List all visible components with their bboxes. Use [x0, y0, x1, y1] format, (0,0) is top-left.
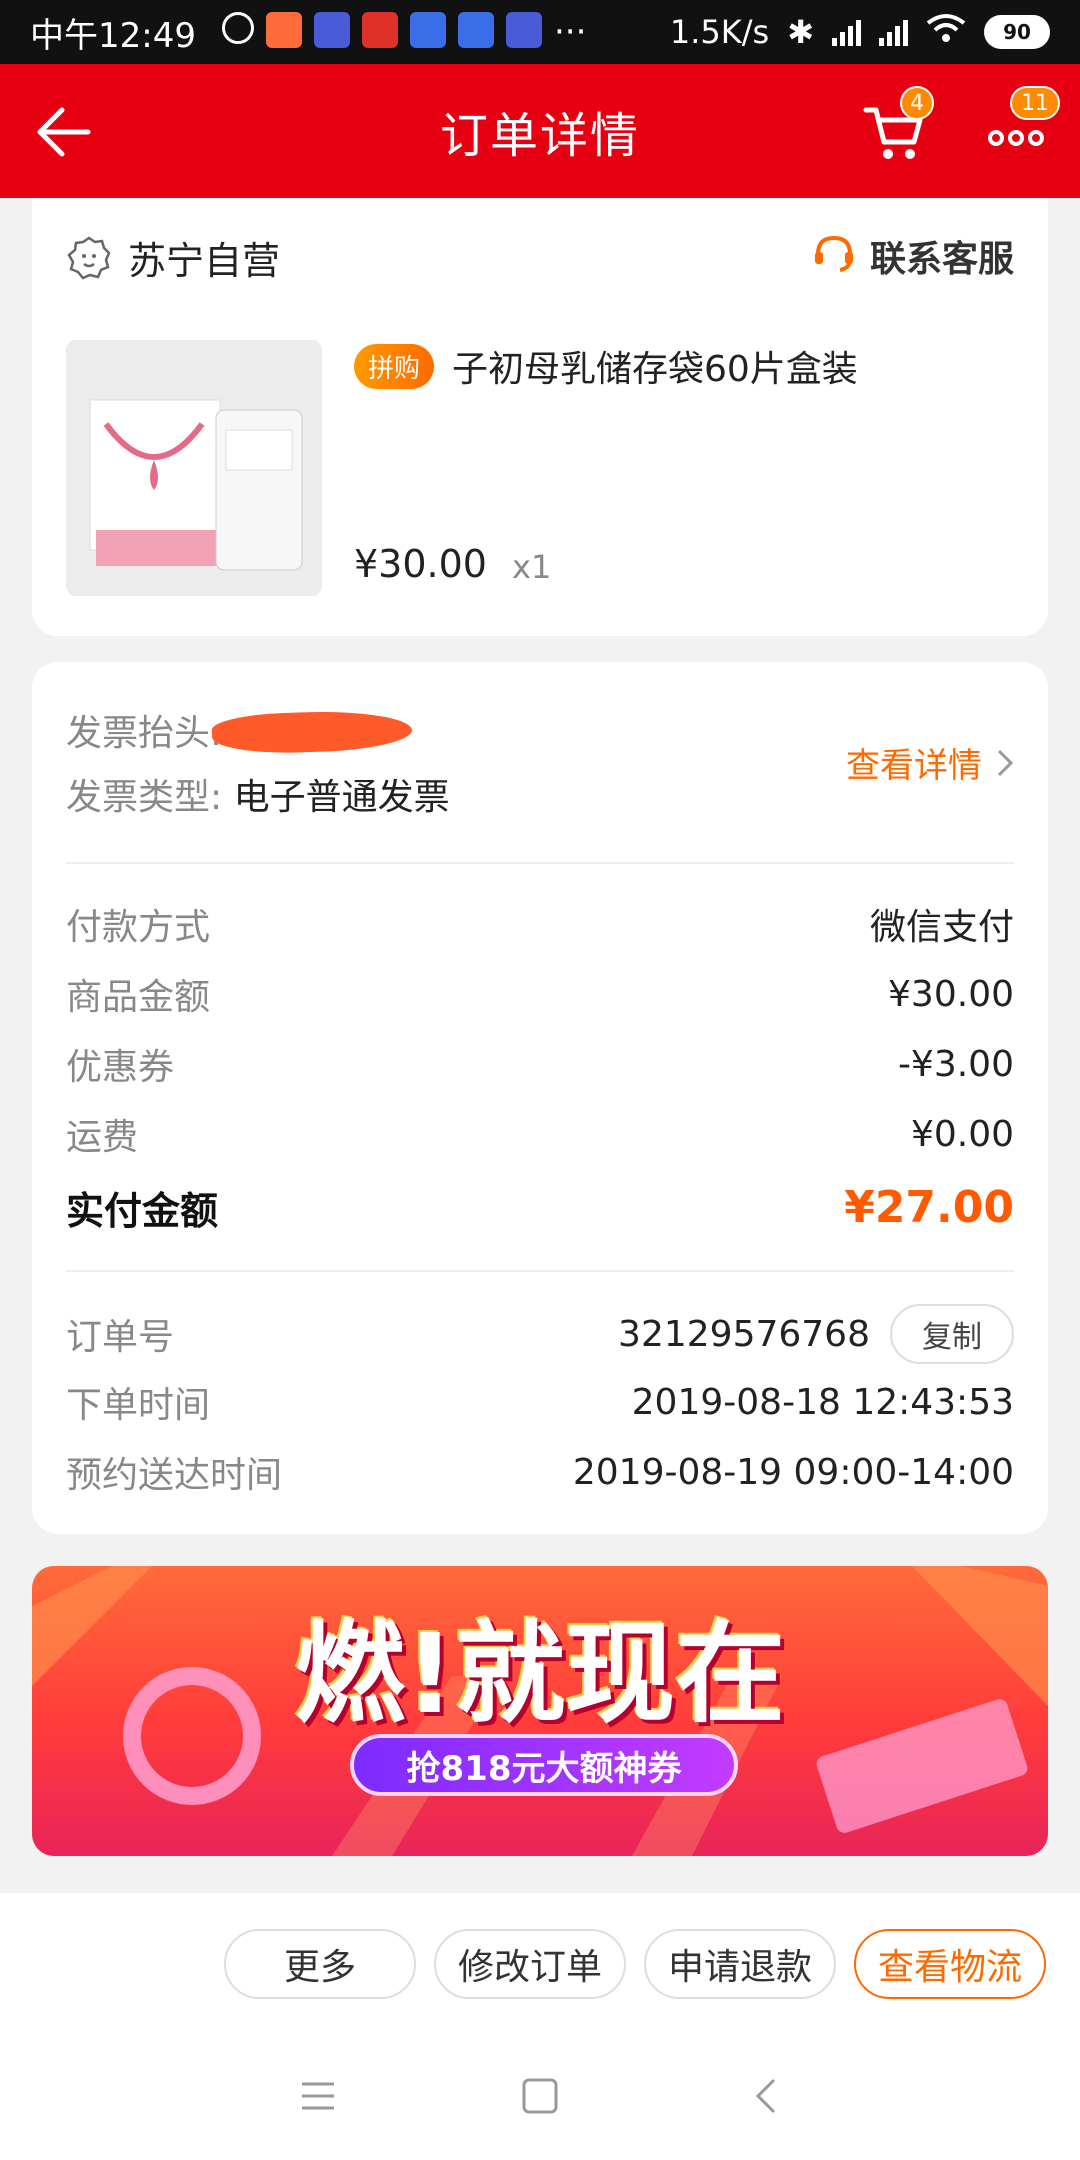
banner-title: 燃!就现在	[294, 1610, 786, 1738]
app-notification-icon	[505, 12, 542, 48]
contact-service-button[interactable]: 联系客服	[812, 230, 1014, 282]
app-notification-icon	[361, 12, 398, 48]
store-row[interactable]: 苏宁自营	[66, 230, 280, 285]
goods-amount-row: 商品金额 ¥30.00	[66, 968, 1014, 1020]
order-time-row: 下单时间 2019-08-18 12:43:53	[66, 1376, 1014, 1428]
product-price: ¥30.00	[354, 542, 487, 586]
bluetooth-icon: ✱	[787, 13, 814, 51]
group-buy-badge: 拼购	[354, 344, 435, 389]
store-name: 苏宁自营	[128, 239, 281, 283]
divider	[66, 862, 1014, 864]
promo-banner[interactable]: 燃!就现在 抢818元大额神券	[32, 1566, 1048, 1856]
wechat-icon	[221, 12, 254, 44]
shipping-label: 运费	[66, 1117, 139, 1158]
total-paid-label: 实付金额	[66, 1189, 219, 1233]
order-number-label: 订单号	[66, 1317, 175, 1358]
menu-icon[interactable]	[296, 2074, 340, 2118]
nav-bar: 订单详情	[0, 64, 1080, 198]
invoice-title-row: 发票抬头:	[66, 704, 222, 756]
view-details-label: 查看详情	[846, 746, 982, 786]
system-nav-bar	[0, 2030, 1080, 2160]
order-action-bar: 更多 修改订单 申请退款 查看物流	[0, 1892, 1080, 2030]
shopping-bag-icon	[265, 12, 302, 48]
order-time-label: 下单时间	[66, 1385, 211, 1426]
delivery-time-label: 预约送达时间	[66, 1455, 283, 1496]
signal-icon	[879, 18, 908, 46]
store-lion-icon	[67, 235, 111, 280]
payment-method-value: 微信支付	[869, 907, 1014, 948]
shipping-value: ¥0.00	[910, 1113, 1014, 1155]
signal-icon	[832, 18, 861, 46]
redaction-mark	[211, 708, 413, 756]
divider	[66, 1270, 1014, 1272]
modify-order-button[interactable]: 修改订单	[434, 1929, 626, 1999]
product-card: 苏宁自营 联系客服 拼购 子初母乳储存袋60片盒装 ¥30.00 x1	[32, 198, 1048, 636]
order-detail-card: 发票抬头: 发票类型: 电子普通发票 查看详情 付款方式 微信支付 商品金额 ¥…	[32, 662, 1048, 1534]
request-refund-button[interactable]: 申请退款	[644, 1929, 836, 1999]
product-quantity: x1	[512, 548, 552, 586]
network-speed: 1.5K/s	[669, 13, 770, 51]
invoice-title-label: 发票抬头:	[66, 713, 223, 754]
view-logistics-button[interactable]: 查看物流	[854, 1929, 1046, 1999]
message-count-badge: 11	[1010, 86, 1060, 120]
coupon-label: 优惠券	[66, 1047, 175, 1088]
banner-subtitle: 抢818元大额神券	[350, 1734, 738, 1796]
order-time-value: 2019-08-18 12:43:53	[631, 1381, 1014, 1423]
wifi-icon	[926, 13, 966, 51]
notification-icons: ···	[221, 12, 587, 52]
view-invoice-details-link[interactable]: 查看详情	[846, 738, 1014, 787]
coupon-value: -¥3.00	[897, 1043, 1014, 1085]
payment-method-row: 付款方式 微信支付	[66, 898, 1014, 950]
customer-service-icon	[814, 236, 853, 272]
product-image[interactable]	[66, 340, 322, 596]
order-number-row: 订单号 32129576768 复制	[66, 1304, 1014, 1364]
product-name[interactable]: 子初母乳储存袋60片盒装	[452, 340, 858, 392]
app-notification-icon	[457, 12, 494, 48]
chevron-right-icon	[997, 749, 1014, 776]
more-notifications-icon: ···	[553, 12, 587, 52]
back-icon[interactable]	[746, 2074, 790, 2118]
delivery-time-value: 2019-08-19 09:00-14:00	[572, 1451, 1014, 1493]
invoice-type-row: 发票类型: 电子普通发票	[66, 768, 450, 820]
shipping-row: 运费 ¥0.00	[66, 1108, 1014, 1160]
order-number-value: 32129576768	[618, 1313, 870, 1355]
total-paid-value: ¥27.00	[844, 1182, 1014, 1233]
goods-amount-label: 商品金额	[66, 977, 211, 1018]
status-time: 中午12:49	[30, 15, 196, 56]
cart-count-badge: 4	[900, 86, 934, 120]
goods-amount-value: ¥30.00	[888, 973, 1014, 1015]
payment-method-label: 付款方式	[66, 907, 211, 948]
status-bar: 中午12:49 ··· 1.5K/s ✱ 90	[0, 0, 1080, 64]
coupon-row: 优惠券 -¥3.00	[66, 1038, 1014, 1090]
delivery-time-row: 预约送达时间 2019-08-19 09:00-14:00	[66, 1446, 1014, 1498]
invoice-type-value: 电子普通发票	[233, 777, 450, 818]
home-icon[interactable]	[518, 2074, 562, 2118]
battery-icon: 90	[984, 15, 1050, 49]
contact-service-label: 联系客服	[869, 239, 1014, 280]
copy-button[interactable]: 复制	[890, 1304, 1014, 1364]
app-notification-icon	[409, 12, 446, 48]
more-button[interactable]: 更多	[224, 1929, 416, 1999]
invoice-type-label: 发票类型:	[66, 777, 223, 818]
app-notification-icon	[313, 12, 350, 48]
total-paid-row: 实付金额 ¥27.00	[66, 1180, 1014, 1235]
